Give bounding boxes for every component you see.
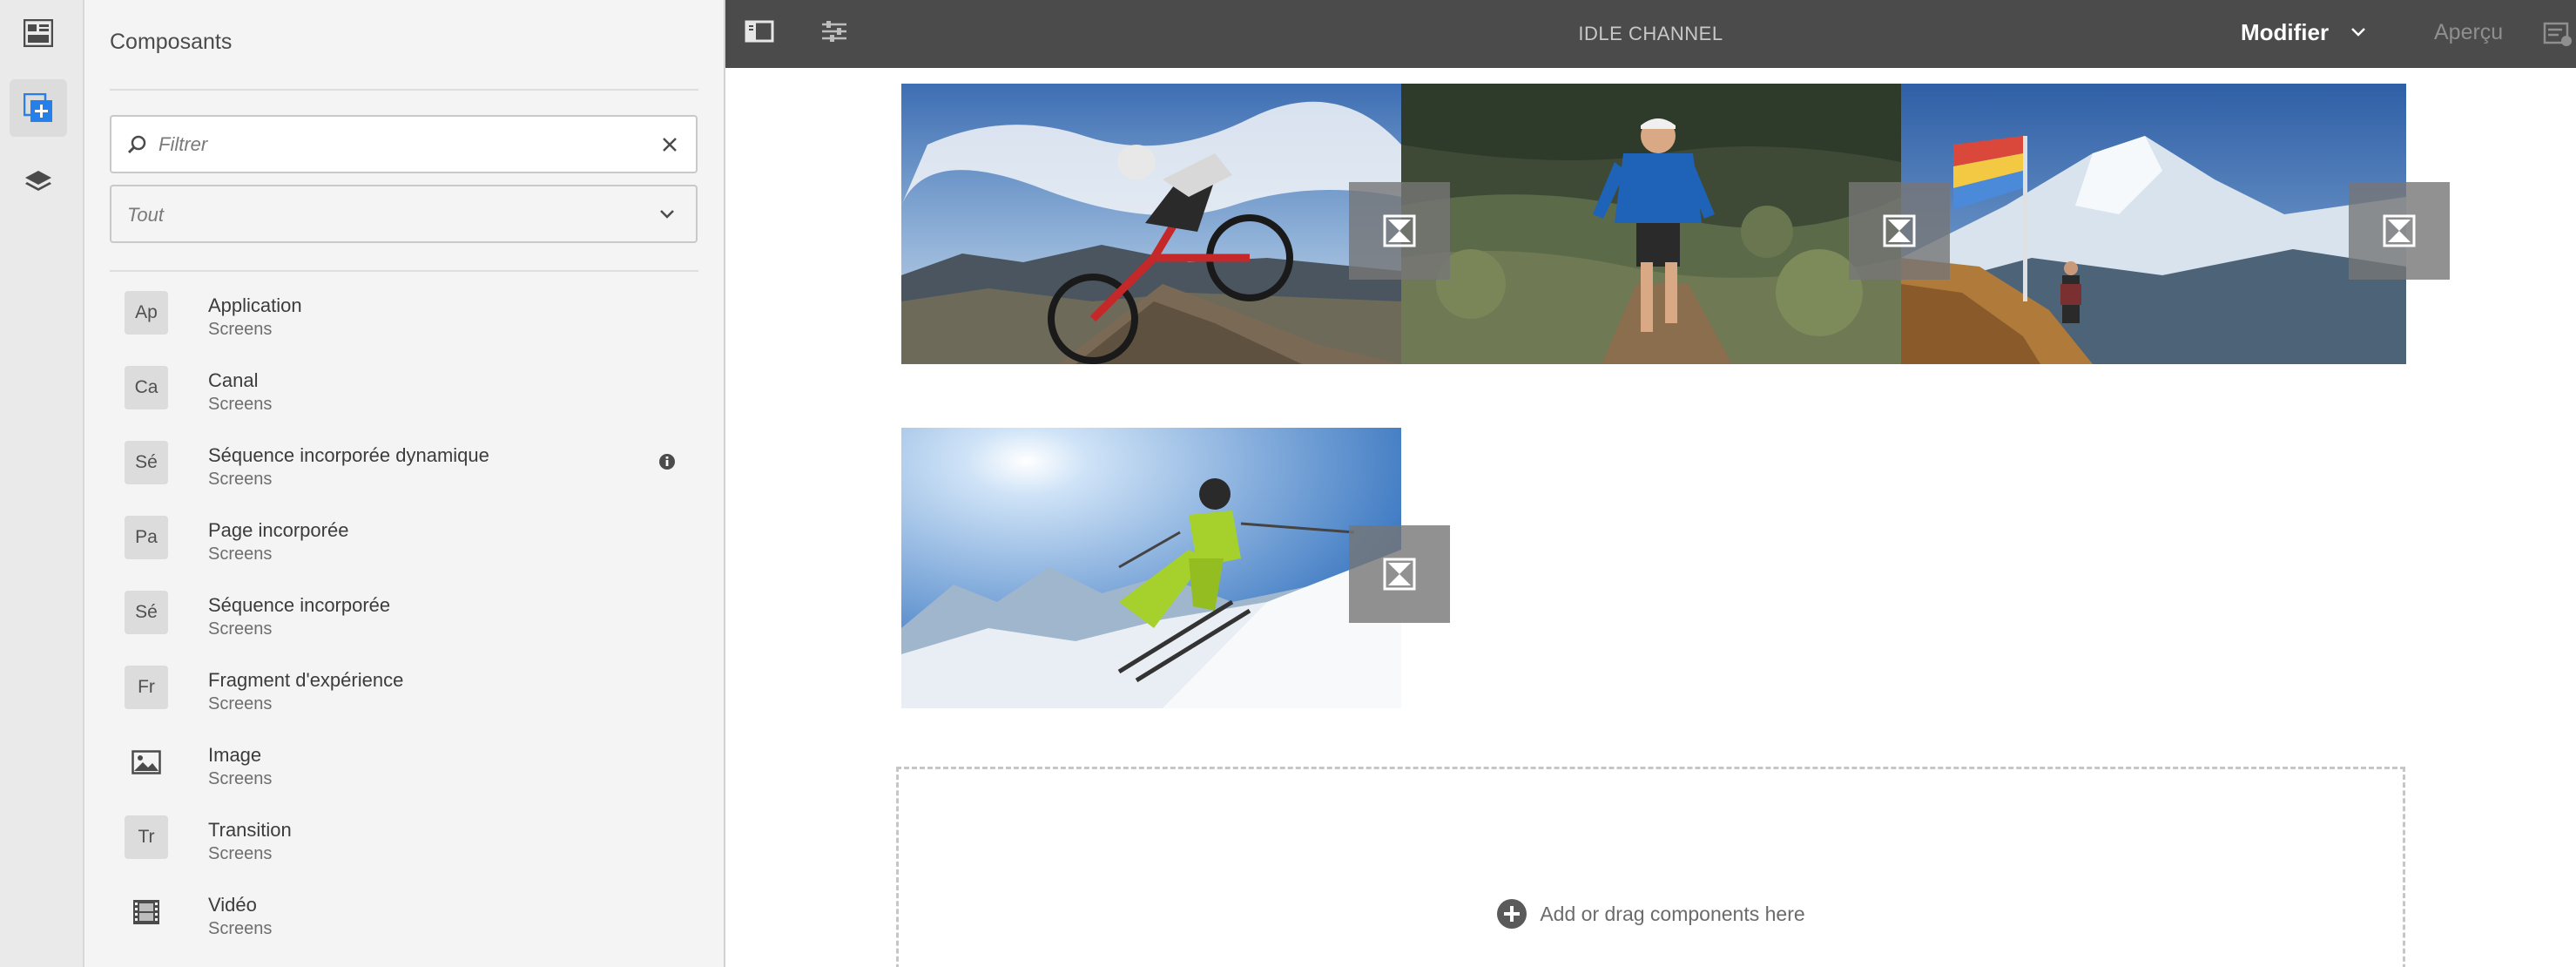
component-name: Page incorporée: [208, 519, 349, 541]
component-badge: Ap: [125, 291, 168, 335]
component-item-fragment-experience[interactable]: Fr Fragment d'expérience Screens: [84, 652, 725, 727]
skier-image[interactable]: [901, 428, 1401, 708]
component-item-sequence-incorporee-dynamique[interactable]: Sé Séquence incorporée dynamique Screens: [84, 427, 725, 502]
preview-button[interactable]: Aperçu: [2434, 20, 2503, 45]
component-badge: Fr: [125, 666, 168, 709]
component-item-sequence-incorporee[interactable]: Sé Séquence incorporée Screens: [84, 577, 725, 652]
components-panel: Composants Tout Ap Application Screens C…: [84, 0, 725, 967]
chevron-down-icon[interactable]: [2350, 27, 2366, 37]
component-name: Vidéo: [208, 894, 257, 916]
component-group: Screens: [208, 395, 273, 414]
mode-selector[interactable]: Modifier: [2241, 19, 2329, 46]
side-rail: [0, 0, 84, 967]
component-group: Screens: [208, 320, 273, 339]
image-placeholder-icon[interactable]: [1349, 525, 1450, 623]
filter-field[interactable]: [110, 115, 698, 173]
component-name: Séquence incorporée dynamique: [208, 444, 489, 466]
layers-rail-button[interactable]: [10, 154, 67, 212]
component-item-canal[interactable]: Ca Canal Screens: [84, 352, 725, 427]
add-icon: [1497, 899, 1527, 929]
component-badge: Ca: [125, 366, 168, 409]
info-icon[interactable]: [658, 453, 676, 470]
component-group: Screens: [208, 619, 273, 639]
component-group: Screens: [208, 470, 273, 489]
component-group: Screens: [208, 919, 273, 938]
group-select[interactable]: Tout: [110, 185, 698, 243]
panel-divider: [110, 89, 698, 91]
filter-input[interactable]: [158, 127, 646, 162]
dropzone-text: Add or drag components here: [1540, 902, 1805, 925]
panel-title: Composants: [110, 30, 233, 54]
component-group: Screens: [208, 844, 273, 863]
components-icon: [24, 93, 52, 122]
component-name: Fragment d'expérience: [208, 669, 404, 691]
component-dropzone[interactable]: Add or drag components here: [896, 767, 2405, 967]
component-group: Screens: [208, 769, 273, 788]
component-name: Séquence incorporée: [208, 594, 391, 616]
emulator-icon[interactable]: [2543, 19, 2573, 49]
film-icon: [125, 890, 168, 934]
image-placeholder-icon[interactable]: [1349, 182, 1450, 280]
image-icon: [125, 740, 168, 784]
clear-icon[interactable]: [661, 136, 678, 153]
component-badge: Sé: [125, 591, 168, 634]
editor-toolbar: IDLE CHANNEL Modifier Aperçu: [725, 0, 2576, 68]
chevron-down-icon: [660, 210, 674, 219]
assets-icon: [24, 19, 53, 47]
image-placeholder-icon[interactable]: [1849, 182, 1950, 280]
component-item-page-incorporee[interactable]: Pa Page incorporée Screens: [84, 502, 725, 577]
panel-divider: [110, 270, 698, 272]
group-select-value: Tout: [127, 204, 165, 226]
mountain-hiker-image[interactable]: [1901, 84, 2406, 364]
component-name: Image: [208, 744, 262, 766]
layers-icon: [25, 171, 51, 191]
component-group: Screens: [208, 694, 273, 713]
component-badge: Tr: [125, 815, 168, 859]
component-name: Transition: [208, 819, 292, 841]
component-item-transition[interactable]: Tr Transition Screens: [84, 801, 725, 876]
assets-rail-button[interactable]: [10, 4, 67, 62]
component-badge: Pa: [125, 516, 168, 559]
component-item-image[interactable]: Image Screens: [84, 727, 725, 801]
search-icon: [127, 135, 146, 154]
component-item-video[interactable]: Vidéo Screens: [84, 876, 725, 951]
component-group: Screens: [208, 544, 273, 564]
component-name: Application: [208, 294, 302, 316]
component-name: Canal: [208, 369, 259, 391]
page-canvas: Add or drag components here: [725, 68, 2576, 967]
trail-runner-image[interactable]: [1401, 84, 1901, 364]
mountain-biker-image[interactable]: [901, 84, 1401, 364]
component-item-application[interactable]: Ap Application Screens: [84, 277, 725, 352]
component-badge: Sé: [125, 441, 168, 484]
image-placeholder-icon[interactable]: [2349, 182, 2450, 280]
components-rail-button[interactable]: [10, 79, 67, 137]
